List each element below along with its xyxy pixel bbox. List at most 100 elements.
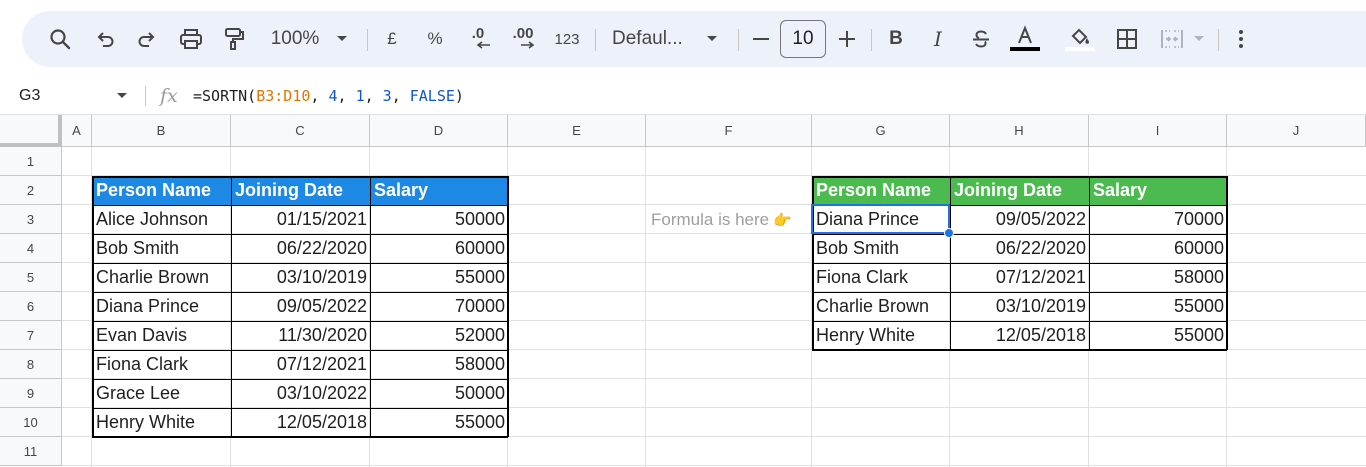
row-header-9[interactable]: 9: [0, 379, 62, 408]
formula-note: Formula is here 👉: [651, 205, 792, 234]
paint-format-icon[interactable]: [220, 11, 248, 67]
column-header-c[interactable]: C: [231, 115, 370, 147]
result-table-cell[interactable]: 06/22/2020: [950, 234, 1089, 263]
result-table-cell[interactable]: Bob Smith: [812, 234, 950, 263]
zoom-dropdown-icon[interactable]: [332, 11, 352, 67]
font-dropdown-icon[interactable]: [702, 11, 722, 67]
increase-decimal-button[interactable]: .00: [506, 11, 540, 67]
row-header-4[interactable]: 4: [0, 234, 62, 263]
undo-icon[interactable]: [92, 11, 118, 67]
source-table-cell[interactable]: 60000: [370, 234, 508, 263]
source-table-cell[interactable]: Diana Prince: [92, 292, 231, 321]
number-format-button[interactable]: 123: [550, 11, 584, 67]
strikethrough-icon[interactable]: [968, 11, 994, 67]
print-icon[interactable]: [177, 11, 205, 67]
column-header-j[interactable]: J: [1227, 115, 1366, 147]
plus-icon[interactable]: [836, 11, 858, 67]
selected-cell-outline[interactable]: [811, 204, 950, 234]
column-header-b[interactable]: B: [92, 115, 231, 147]
fill-color-icon[interactable]: [1065, 11, 1095, 67]
source-table-header-cell[interactable]: Salary: [370, 176, 508, 205]
source-table-cell[interactable]: Alice Johnson: [92, 205, 231, 234]
spreadsheet-grid[interactable]: A B C D E F G H I J 1 2 3 4 5 6 7 8 9 10 11 Person Name Joinin…: [0, 115, 1366, 467]
column-header-d[interactable]: D: [370, 115, 508, 147]
bold-icon[interactable]: B: [884, 11, 908, 67]
source-table-cell[interactable]: Grace Lee: [92, 379, 231, 408]
source-table-cell[interactable]: 01/15/2021: [231, 205, 370, 234]
column-header-h[interactable]: H: [950, 115, 1089, 147]
row-header-6[interactable]: 6: [0, 292, 62, 321]
result-table-header-cell[interactable]: Joining Date: [950, 176, 1089, 205]
result-table-cell[interactable]: 58000: [1089, 263, 1227, 292]
formula-input[interactable]: =SORTN(B3:D10, 4, 1, 3, FALSE): [193, 78, 464, 114]
column-header-e[interactable]: E: [508, 115, 646, 147]
search-icon[interactable]: [46, 11, 74, 67]
source-table-cell[interactable]: 70000: [370, 292, 508, 321]
result-table-cell[interactable]: Charlie Brown: [812, 292, 950, 321]
source-table-cell[interactable]: Evan Davis: [92, 321, 231, 350]
result-table-cell[interactable]: 03/10/2019: [950, 292, 1089, 321]
more-vert-icon[interactable]: [1232, 11, 1250, 67]
currency-format-button[interactable]: £: [380, 11, 404, 67]
source-table-header-cell[interactable]: Joining Date: [231, 176, 370, 205]
source-table-cell[interactable]: 06/22/2020: [231, 234, 370, 263]
percent-format-button[interactable]: %: [423, 11, 447, 67]
merge-cells-icon[interactable]: [1158, 11, 1186, 67]
result-table-cell[interactable]: 12/05/2018: [950, 321, 1089, 350]
source-table-cell[interactable]: 07/12/2021: [231, 350, 370, 379]
row-header-2[interactable]: 2: [0, 176, 62, 205]
result-table-cell[interactable]: 70000: [1089, 205, 1227, 234]
source-table-cell[interactable]: 11/30/2020: [231, 321, 370, 350]
text-color-icon[interactable]: [1010, 11, 1040, 67]
source-table-cell[interactable]: 58000: [370, 350, 508, 379]
select-all-corner[interactable]: [0, 115, 62, 147]
font-size-input[interactable]: 10: [780, 20, 826, 58]
borders-icon[interactable]: [1115, 11, 1139, 67]
source-table-cell[interactable]: 50000: [370, 205, 508, 234]
source-table-border: [92, 379, 508, 380]
row-header-3[interactable]: 3: [0, 205, 62, 234]
column-header-g[interactable]: G: [812, 115, 950, 147]
name-box[interactable]: G3: [19, 78, 40, 114]
result-table-cell[interactable]: 07/12/2021: [950, 263, 1089, 292]
result-table-header-cell[interactable]: Person Name: [812, 176, 950, 205]
result-table-cell[interactable]: 55000: [1089, 321, 1227, 350]
source-table-header-cell[interactable]: Person Name: [92, 176, 231, 205]
source-table-cell[interactable]: 12/05/2018: [231, 408, 370, 437]
source-table-cell[interactable]: 55000: [370, 408, 508, 437]
column-header-i[interactable]: I: [1089, 115, 1227, 147]
column-header-f[interactable]: F: [646, 115, 812, 147]
name-box-dropdown-icon[interactable]: [116, 78, 128, 114]
result-table-cell[interactable]: 55000: [1089, 292, 1227, 321]
source-table-cell[interactable]: 52000: [370, 321, 508, 350]
source-table-cell[interactable]: Bob Smith: [92, 234, 231, 263]
decrease-decimal-button[interactable]: .0: [463, 11, 493, 67]
row-header-10[interactable]: 10: [0, 408, 62, 437]
row-header-11[interactable]: 11: [0, 437, 62, 466]
source-table-cell[interactable]: 03/10/2019: [231, 263, 370, 292]
font-family-select[interactable]: Defaul...: [612, 11, 692, 67]
minus-icon[interactable]: [750, 11, 772, 67]
source-table-cell[interactable]: 50000: [370, 379, 508, 408]
source-table-cell[interactable]: 09/05/2022: [231, 292, 370, 321]
row-header-7[interactable]: 7: [0, 321, 62, 350]
source-table-cell[interactable]: Henry White: [92, 408, 231, 437]
merge-dropdown-icon[interactable]: [1192, 11, 1206, 67]
italic-icon[interactable]: I: [926, 11, 950, 67]
result-table-cell[interactable]: Henry White: [812, 321, 950, 350]
zoom-value[interactable]: 100%: [265, 11, 325, 67]
row-header-5[interactable]: 5: [0, 263, 62, 292]
result-table-cell[interactable]: Fiona Clark: [812, 263, 950, 292]
result-table-cell[interactable]: 09/05/2022: [950, 205, 1089, 234]
source-table-cell[interactable]: 03/10/2022: [231, 379, 370, 408]
redo-icon[interactable]: [134, 11, 160, 67]
row-header-8[interactable]: 8: [0, 350, 62, 379]
source-table-cell[interactable]: 55000: [370, 263, 508, 292]
result-table-header-cell[interactable]: Salary: [1089, 176, 1227, 205]
result-table-cell[interactable]: 60000: [1089, 234, 1227, 263]
column-header-a[interactable]: A: [62, 115, 92, 147]
source-table-cell[interactable]: Charlie Brown: [92, 263, 231, 292]
fill-handle[interactable]: [944, 228, 954, 238]
row-header-1[interactable]: 1: [0, 147, 62, 176]
source-table-cell[interactable]: Fiona Clark: [92, 350, 231, 379]
